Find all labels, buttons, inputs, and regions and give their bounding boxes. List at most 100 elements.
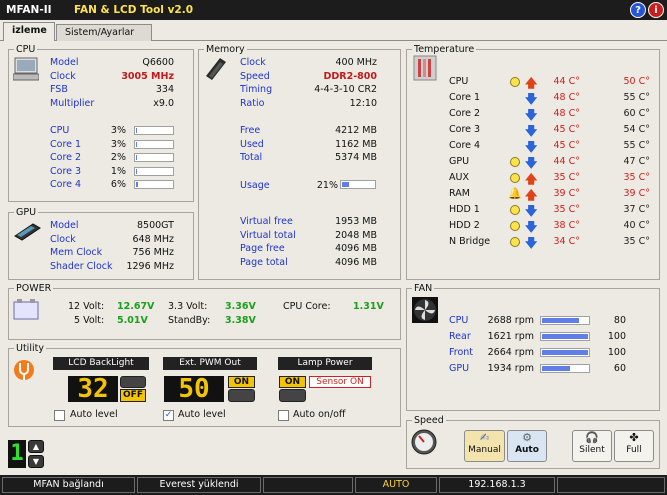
temperature-current: 45 C° [553, 124, 581, 135]
full-button[interactable]: ✤ Full [614, 430, 654, 462]
info-icon[interactable]: i [648, 2, 664, 18]
memory-spec-label: Ratio [240, 97, 265, 109]
cpu-legend: CPU [16, 44, 36, 55]
temperature-max: 54 C° [623, 124, 651, 135]
cpu-load-value: 6% [110, 179, 126, 191]
gpu-spec-value: 648 MHz [132, 233, 174, 245]
virtual-memory-value: 1953 MB [335, 216, 377, 227]
cpu-spec-label: FSB [50, 84, 68, 95]
memory-usage-row-value: 5374 MB [335, 152, 377, 164]
profile-up-arrow-icon[interactable]: ▲ [28, 440, 44, 453]
temperature-max: 35 C° [623, 172, 651, 183]
cpu-spec-label: Multiplier [50, 97, 95, 109]
silent-button-label: Silent [579, 445, 605, 455]
memory-legend: Memory [206, 44, 245, 55]
temperature-max: 37 C° [623, 204, 651, 215]
gpu-spec-label: Mem Clock [50, 247, 103, 259]
cpu-spec-value: 334 [155, 84, 174, 95]
gpu-spec-value: 8500GT [136, 220, 174, 231]
memory-usage-row-label: Used [240, 138, 264, 150]
temperature-label: Core 1 [449, 92, 481, 103]
sensor-status[interactable]: Sensor ON [309, 376, 371, 388]
virtual-memory-value: 2048 MB [335, 229, 377, 241]
temperature-legend: Temperature [414, 44, 475, 55]
auto-button[interactable]: ⚙ Auto [507, 430, 547, 462]
help-icon[interactable]: ? [630, 2, 646, 18]
gpu-spec-label: Clock [50, 233, 76, 245]
cpu-load-label: Core 4 [50, 179, 82, 191]
temperature-label: GPU [449, 156, 470, 167]
lamp-power-title: Lamp Power [278, 357, 372, 370]
temperature-max: 55 C° [623, 140, 651, 151]
tab-bar: izleme Sistem/Ayarlar [0, 20, 667, 41]
memory-usage-row-label: Free [240, 125, 261, 136]
manual-button[interactable]: ✍ Manual [464, 430, 505, 462]
temperature-current: 44 C° [553, 76, 581, 87]
ext-pwm-toggle[interactable]: ON [228, 376, 255, 388]
memory-spec-value: 4-4-3-10 CR2 [314, 84, 377, 95]
temperature-label: HDD 2 [449, 220, 480, 231]
lcd-auto-level-label: Auto level [70, 409, 118, 420]
profile-number: 1 [8, 440, 26, 468]
temperature-max: 47 C° [623, 156, 651, 167]
temperature-current: 35 C° [553, 172, 581, 183]
temperature-max: 39 C° [623, 188, 651, 199]
tab-sistem-ayarlar[interactable]: Sistem/Ayarlar [56, 24, 152, 41]
fan-speed-bar [540, 348, 590, 357]
headphones-icon: 🎧 [585, 431, 599, 444]
gpu-spec-label: Model [50, 220, 79, 231]
cpu-load-label: Core 3 [50, 165, 82, 177]
temperature-label: HDD 1 [449, 204, 480, 215]
power-label: CPU Core: [283, 301, 331, 312]
temperature-current: 45 C° [553, 140, 581, 151]
fan-rpm: 2688 rpm [487, 315, 534, 326]
lcd-auto-level-checkbox[interactable] [54, 410, 65, 421]
temperature-current: 34 C° [553, 236, 581, 247]
gpu-spec-value: 1296 MHz [126, 260, 174, 272]
fan-rpm: 1934 rpm [487, 363, 534, 374]
lamp-auto-onoff-checkbox[interactable] [278, 410, 289, 421]
profile-down-arrow-icon[interactable]: ▼ [28, 455, 44, 468]
cpu-spec-label: Model [50, 57, 79, 68]
virtual-memory-label: Page total [240, 256, 288, 268]
ext-pwm-auto-level-checkbox[interactable]: ✓ [163, 410, 174, 421]
cpu-load-value: 3% [110, 125, 126, 136]
speed-legend: Speed [414, 415, 444, 426]
lamp-power-down-arrow-icon[interactable] [279, 389, 306, 402]
cpu-load-label: CPU [50, 125, 70, 136]
cpu-spec-label: Clock [50, 70, 76, 82]
temperature-current: 38 C° [553, 220, 581, 231]
power-value: 5.01V [117, 315, 148, 326]
memory-spec-value: 400 MHz [335, 57, 377, 68]
lcd-backlight-value[interactable]: 32 [68, 376, 118, 402]
bell-icon: 🔔 [508, 187, 522, 200]
power-label: 12 Volt: [68, 301, 105, 312]
temperature-current: 48 C° [553, 92, 581, 103]
lamp-power-toggle[interactable]: ON [279, 376, 306, 388]
lcd-backlight-toggle[interactable]: OFF [120, 389, 146, 402]
gpu-spec-label: Shader Clock [50, 260, 113, 272]
lcd-backlight-up-arrow-icon[interactable] [120, 376, 146, 388]
temperature-label: CPU [449, 76, 469, 87]
gauge-icon [411, 429, 437, 455]
temperature-label: Core 2 [449, 108, 481, 119]
tab-izleme[interactable]: izleme [3, 22, 55, 41]
ext-pwm-value[interactable]: 50 [164, 376, 224, 402]
memory-usage-value: 21% [316, 180, 338, 191]
virtual-memory-label: Page free [240, 243, 285, 255]
silent-button[interactable]: 🎧 Silent [572, 430, 612, 462]
alarm-dot-icon [510, 157, 520, 167]
utility-legend: Utility [16, 343, 44, 354]
ext-pwm-auto-level-label: Auto level [178, 409, 226, 420]
ext-pwm-down-arrow-icon[interactable] [228, 389, 255, 402]
memory-usage-row-value: 4212 MB [335, 125, 377, 136]
gpu-spec-value: 756 MHz [132, 247, 174, 259]
arrow-down-icon: 🡇 [525, 236, 538, 250]
cpu-spec-value: Q6600 [142, 57, 174, 68]
fan-speed-bar [540, 316, 590, 325]
auto-button-label: Auto [515, 445, 539, 455]
ext-pwm-title: Ext. PWM Out [163, 357, 257, 370]
lamp-auto-onoff-label: Auto on/off [293, 409, 346, 420]
alarm-dot-icon [510, 237, 520, 247]
fan-speed-bar [540, 332, 590, 341]
